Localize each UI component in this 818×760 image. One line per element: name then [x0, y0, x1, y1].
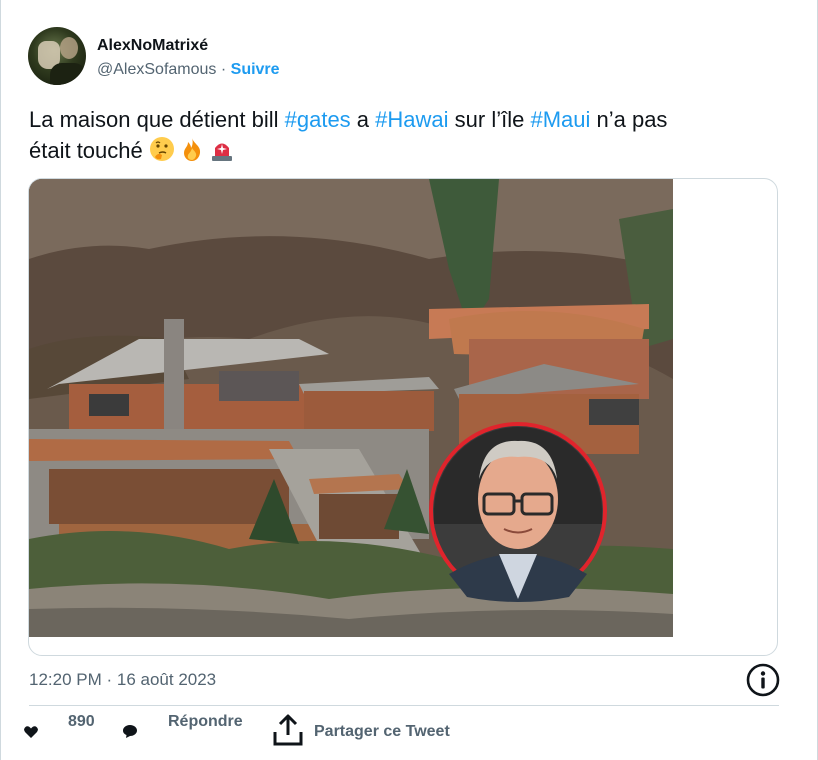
info-icon[interactable]: [746, 663, 780, 697]
share-icon[interactable]: [272, 713, 304, 747]
reply-icon[interactable]: [122, 723, 138, 739]
tweet-text: La maison que détient bill #gates a #Haw…: [29, 104, 789, 166]
share-button[interactable]: Partager ce Tweet: [314, 723, 450, 741]
tweet-text-segment: n’a pas: [590, 107, 668, 132]
tweet-text-segment: a: [350, 107, 376, 132]
avatar[interactable]: [28, 27, 86, 85]
police-light-icon: [211, 143, 232, 161]
tweet-text-segment: était touché: [29, 138, 149, 163]
house-photo: [29, 179, 673, 637]
avatar-body-shape: [50, 63, 86, 85]
tweet-timestamp[interactable]: 12:20 PM · 16 août 2023: [29, 670, 216, 690]
author-handle-row: @AlexSofamous · Suivre: [97, 61, 280, 79]
hashtag-maui[interactable]: #Maui: [530, 107, 590, 132]
fire-icon: [183, 138, 200, 161]
avatar-face-shape: [60, 37, 78, 59]
follow-button[interactable]: Suivre: [231, 61, 280, 78]
tweet-text-segment: La maison que détient bill: [29, 107, 285, 132]
likes-count[interactable]: 890: [68, 713, 95, 731]
tweet-media[interactable]: [28, 178, 778, 656]
author-display-name[interactable]: AlexNoMatrixé: [97, 37, 208, 55]
reply-button[interactable]: Répondre: [168, 713, 243, 731]
hashtag-hawai[interactable]: #Hawai: [375, 107, 448, 132]
tweet-text-segment: sur l’île: [448, 107, 531, 132]
separator-dot: ·: [220, 61, 227, 78]
divider: [29, 705, 779, 706]
heart-icon[interactable]: [23, 724, 39, 740]
thinking-face-icon: [149, 137, 174, 161]
tweet-embed: AlexNoMatrixé @AlexSofamous · Suivre La …: [0, 0, 818, 760]
hashtag-gates[interactable]: #gates: [285, 107, 351, 132]
author-handle[interactable]: @AlexSofamous: [97, 61, 216, 78]
